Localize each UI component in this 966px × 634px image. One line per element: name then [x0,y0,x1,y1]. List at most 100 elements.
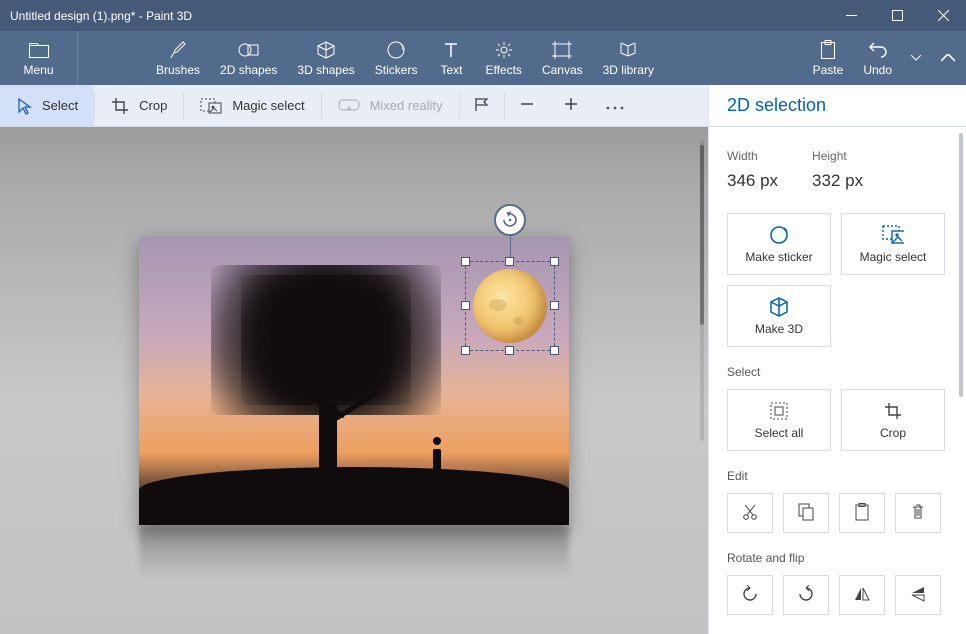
rotate-stem [510,236,511,258]
shapes3d-icon [316,40,336,60]
side-panel: Width 346 px Height 332 px Make sticker … [708,127,966,634]
crop-label: Crop [139,98,167,113]
ribbon: Menu Brushes 2D shapes 3D shapes Sticker… [0,31,966,85]
panel-scrollbar[interactable] [959,133,963,397]
effects-tab[interactable]: Effects [475,31,531,85]
chevron-up-icon [941,48,955,68]
resize-handle-ne[interactable] [550,257,559,266]
minus-icon [520,97,534,114]
shapes2d-icon [238,40,260,60]
minimize-button[interactable] [828,0,874,31]
shapes2d-tab[interactable]: 2D shapes [210,31,287,85]
resize-handle-e[interactable] [550,301,559,310]
magic-select-label: Magic select [232,98,304,113]
ellipsis-icon [606,98,624,113]
undo-icon [868,40,888,60]
crop-icon [111,97,129,115]
flip-horizontal-button[interactable] [839,575,885,615]
sticker-icon [768,224,790,246]
rotate-right-icon [797,585,815,606]
paste-icon [819,40,837,60]
toolbar: Select Crop Magic select Mixed reality 2… [0,85,966,127]
brushes-tab[interactable]: Brushes [146,31,210,85]
menu-button[interactable]: Menu [0,31,78,85]
window-title: Untitled design (1).png* - Paint 3D [10,9,828,23]
cursor-icon [16,97,32,115]
undo-button[interactable]: Undo [853,31,902,85]
select-all-label: Select all [755,426,804,440]
crop-tool[interactable]: Crop [95,85,183,126]
paste-panel-button[interactable] [839,493,885,533]
mixed-reality-tool: Mixed reality [322,85,459,126]
canvas-image[interactable] [139,237,569,525]
panel-magic-select-button[interactable]: Magic select [841,213,945,275]
canvas-tab[interactable]: Canvas [532,31,593,85]
width-value[interactable]: 346 px [727,171,778,191]
image-person [429,437,445,479]
make-3d-button[interactable]: Make 3D [727,285,831,347]
undo-label: Undo [863,63,892,77]
rotate-right-button[interactable] [783,575,829,615]
rotate-left-button[interactable] [727,575,773,615]
resize-handle-w[interactable] [461,301,470,310]
flip-vertical-button[interactable] [895,575,941,615]
select-all-button[interactable]: Select all [727,389,831,451]
paste-panel-icon [854,503,870,524]
canvas-icon [552,40,572,60]
make-sticker-label: Make sticker [745,250,812,264]
selection-group[interactable] [461,257,559,355]
panel-crop-icon [882,400,904,422]
close-button[interactable] [920,0,966,31]
resize-handle-se[interactable] [550,346,559,355]
text-tab[interactable]: Text [427,31,475,85]
cube-icon [768,296,790,318]
3dlibrary-tab[interactable]: 3D library [593,31,664,85]
resize-handle-nw[interactable] [461,257,470,266]
resize-handle-sw[interactable] [461,346,470,355]
copy-button[interactable] [783,493,829,533]
flag-icon [473,96,491,115]
select-section-label: Select [727,365,948,379]
cut-button[interactable] [727,493,773,533]
shapes3d-label: 3D shapes [297,63,354,77]
canvas-label: Canvas [542,63,583,77]
select-tool[interactable]: Select [0,85,94,126]
text-label: Text [440,63,462,77]
maximize-button[interactable] [874,0,920,31]
history-dropdown[interactable] [902,31,930,85]
zoom-out-button[interactable] [505,85,549,126]
zoom-in-button[interactable] [549,85,593,126]
canvas-shadow [139,525,569,579]
chevron-down-icon [911,48,921,68]
rotate-left-icon [741,585,759,606]
select-all-icon [768,400,790,422]
make-sticker-button[interactable]: Make sticker [727,213,831,275]
shapes3d-tab[interactable]: 3D shapes [287,31,364,85]
paste-button[interactable]: Paste [803,31,854,85]
canvas-scrollbar-thumb[interactable] [700,145,704,325]
3dlibrary-label: 3D library [603,63,654,77]
resize-handle-s[interactable] [505,346,514,355]
height-label: Height [812,149,863,163]
delete-button[interactable] [895,493,941,533]
magic-select-icon [200,98,222,114]
height-value[interactable]: 332 px [812,171,863,191]
resize-handle-n[interactable] [505,257,514,266]
panel-crop-button[interactable]: Crop [841,389,945,451]
panel-crop-label: Crop [880,426,906,440]
panel-magic-select-label: Magic select [860,250,927,264]
delete-icon [911,503,925,524]
more-button[interactable] [593,85,637,126]
selection-marquee[interactable] [465,261,555,351]
magic-select-panel-icon [882,224,904,246]
3dview-tool[interactable] [460,85,504,126]
magic-select-tool[interactable]: Magic select [184,85,320,126]
edit-section-label: Edit [727,469,948,483]
stickers-icon [386,40,406,60]
canvas-viewport[interactable] [0,127,708,634]
rotate-handle[interactable] [494,204,526,236]
collapse-ribbon-button[interactable] [930,31,966,85]
brush-icon [169,40,187,60]
text-icon [443,40,459,60]
stickers-tab[interactable]: Stickers [365,31,428,85]
